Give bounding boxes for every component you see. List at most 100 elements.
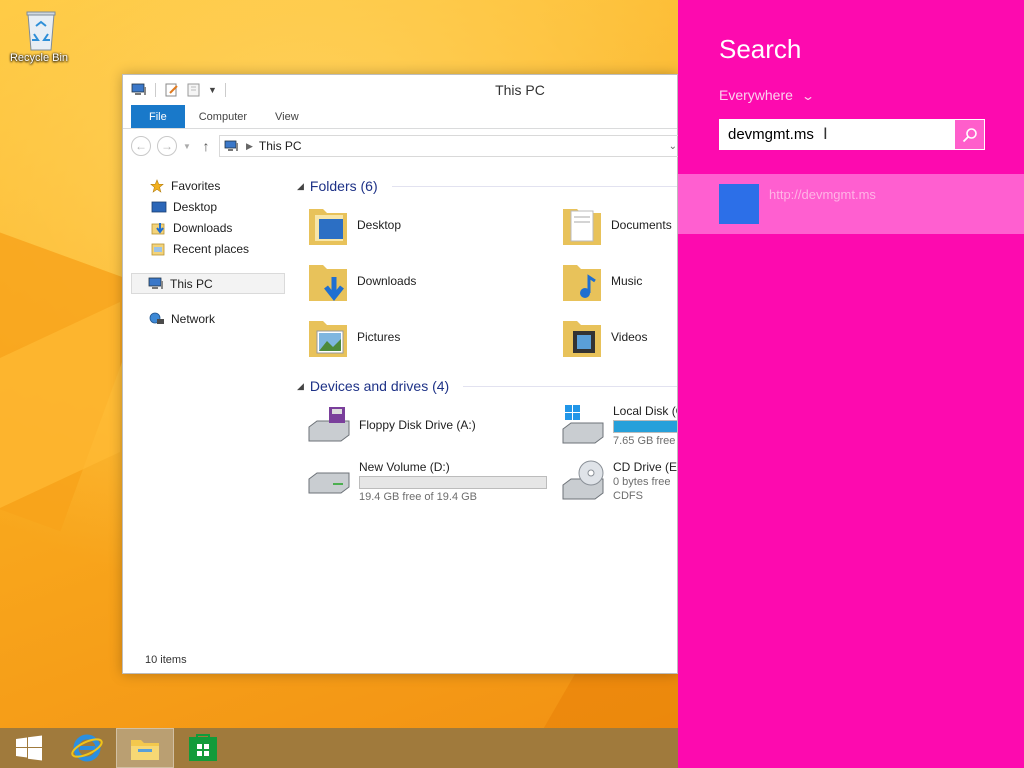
store-icon [189,734,217,761]
collapse-triangle-icon[interactable]: ◢ [297,381,304,392]
this-pc-icon [148,277,163,289]
search-charm-pane: Search Everywhere ⌄ Ⅰ http://devmgmt.ms [678,0,1024,768]
folder-name: Downloads [357,274,417,288]
folder-documents[interactable]: Documents [551,197,677,253]
navigation-pane: Favorites Desktop Downloads Recent place… [123,165,291,649]
nav-item-label: Recent places [173,241,250,256]
drive-new-volume-d[interactable]: New Volume (D:) 19.4 GB free of 19.4 GB [297,453,551,509]
drive-usage-fill [614,420,677,432]
recycle-bin-icon [24,6,56,51]
search-result-item[interactable]: http://devmgmt.ms [678,174,1024,234]
content-area: Favorites Desktop Downloads Recent place… [123,165,677,649]
start-button[interactable] [0,728,58,768]
nav-item-favorites[interactable]: Favorites [123,175,291,196]
star-icon [150,178,164,193]
taskbar-internet-explorer[interactable] [58,728,116,768]
folders-grid: Desktop Documents Downloads Music Pictur… [297,197,677,365]
back-button[interactable]: ← [131,136,151,156]
folder-name: Documents [611,218,672,232]
ribbon-tabs: File Computer View [123,105,677,129]
pictures-folder-icon [309,321,347,357]
search-input[interactable] [719,120,954,149]
folder-name: Music [611,274,643,288]
drive-usage-bar [613,419,677,433]
folder-name: Desktop [357,218,402,232]
recycle-bin-shortcut[interactable]: Recycle Bin [6,6,72,64]
title-bar[interactable]: ▼ This PC [123,75,677,105]
up-button[interactable]: ↑ [199,138,213,154]
breadcrumb-chevron-icon[interactable]: ▶ [246,141,253,152]
internet-explorer-icon [71,734,103,762]
drive-filesystem: CDFS [613,490,643,502]
search-button[interactable] [954,119,985,150]
folder-pictures[interactable]: Pictures [297,309,551,365]
window-title: This PC [495,82,545,98]
nav-item-recent-places[interactable]: Recent places [123,238,291,259]
forward-button[interactable]: → [157,136,177,156]
drive-floppy-a[interactable]: Floppy Disk Drive (A:) [297,397,551,453]
nav-item-desktop[interactable]: Desktop [123,196,291,217]
desktop-folder-icon [309,209,347,245]
nav-item-network[interactable]: Network [123,308,291,329]
nav-item-this-pc[interactable]: This PC [131,273,285,294]
nav-item-label: Desktop [173,199,218,214]
desktop-icon [151,201,167,212]
windows-logo-icon [16,735,42,761]
music-folder-icon [563,265,601,301]
tab-computer[interactable]: Computer [185,105,261,128]
folder-videos[interactable]: Videos [551,309,677,365]
nav-item-downloads[interactable]: Downloads [123,217,291,238]
taskbar [0,728,678,768]
drive-free-space: 7.65 GB free [613,434,676,447]
videos-folder-icon [563,321,601,357]
group-divider [391,185,677,187]
search-scope-label: Everywhere [719,87,793,103]
folder-name: Pictures [357,330,401,344]
search-icon [962,127,977,142]
recycle-bin-label: Recycle Bin [9,52,69,64]
hard-drive-icon [308,472,350,494]
folder-music[interactable]: Music [551,253,677,309]
nav-item-label: Favorites [171,178,221,193]
file-explorer-window[interactable]: ▼ This PC File Computer View ← → ▼ ↑ ▶ T… [122,74,687,674]
floppy-drive-icon [308,407,350,442]
nav-item-label: Downloads [173,220,233,235]
recent-places-icon [151,243,165,255]
chevron-down-icon: ⌄ [800,89,815,103]
result-app-tile-icon [719,184,759,224]
folders-group-header[interactable]: ◢ Folders (6) [297,175,677,197]
drive-local-c[interactable]: Local Disk (C 7.65 GB free [551,397,677,453]
breadcrumb-location[interactable]: This PC [259,139,302,153]
search-scope-dropdown[interactable]: Everywhere ⌄ [719,87,815,103]
charm-title: Search [719,34,802,64]
file-explorer-icon [131,740,159,760]
drive-free-space: 0 bytes free [613,476,671,488]
nav-item-label: Network [171,311,216,326]
taskbar-file-explorer[interactable] [116,728,174,768]
file-list-pane: ◢ Folders (6) Desktop Documents Download… [291,165,677,649]
search-box[interactable]: Ⅰ [719,119,985,150]
folder-downloads[interactable]: Downloads [297,253,551,309]
downloads-folder-icon [309,265,347,302]
nav-item-label: This PC [170,276,213,291]
address-bar[interactable]: ▶ This PC ⌄ [219,135,687,157]
drive-usage-bar [359,475,547,489]
taskbar-store[interactable] [174,728,232,768]
group-title: Devices and drives (4) [309,378,450,394]
drive-free-space: 19.4 GB free of 19.4 GB [359,490,478,503]
collapse-triangle-icon[interactable]: ◢ [297,181,304,192]
drive-cd-e[interactable]: CD Drive (E: 0 bytes free CDFS [551,453,677,509]
folder-desktop[interactable]: Desktop [297,197,551,253]
drive-name: Local Disk (C [613,403,677,418]
recent-locations-chevron-icon[interactable]: ▼ [183,142,193,151]
devices-grid: Floppy Disk Drive (A:) Local Disk (C 7.6… [297,397,677,509]
documents-folder-icon [563,209,601,245]
search-result-label: http://devmgmt.ms [769,187,876,202]
cd-drive-icon [562,460,604,500]
group-divider [463,385,677,387]
network-icon [149,312,164,324]
devices-group-header[interactable]: ◢ Devices and drives (4) [297,375,677,397]
status-bar: 10 items [145,654,187,666]
tab-file[interactable]: File [131,105,185,128]
tab-view[interactable]: View [261,105,313,128]
